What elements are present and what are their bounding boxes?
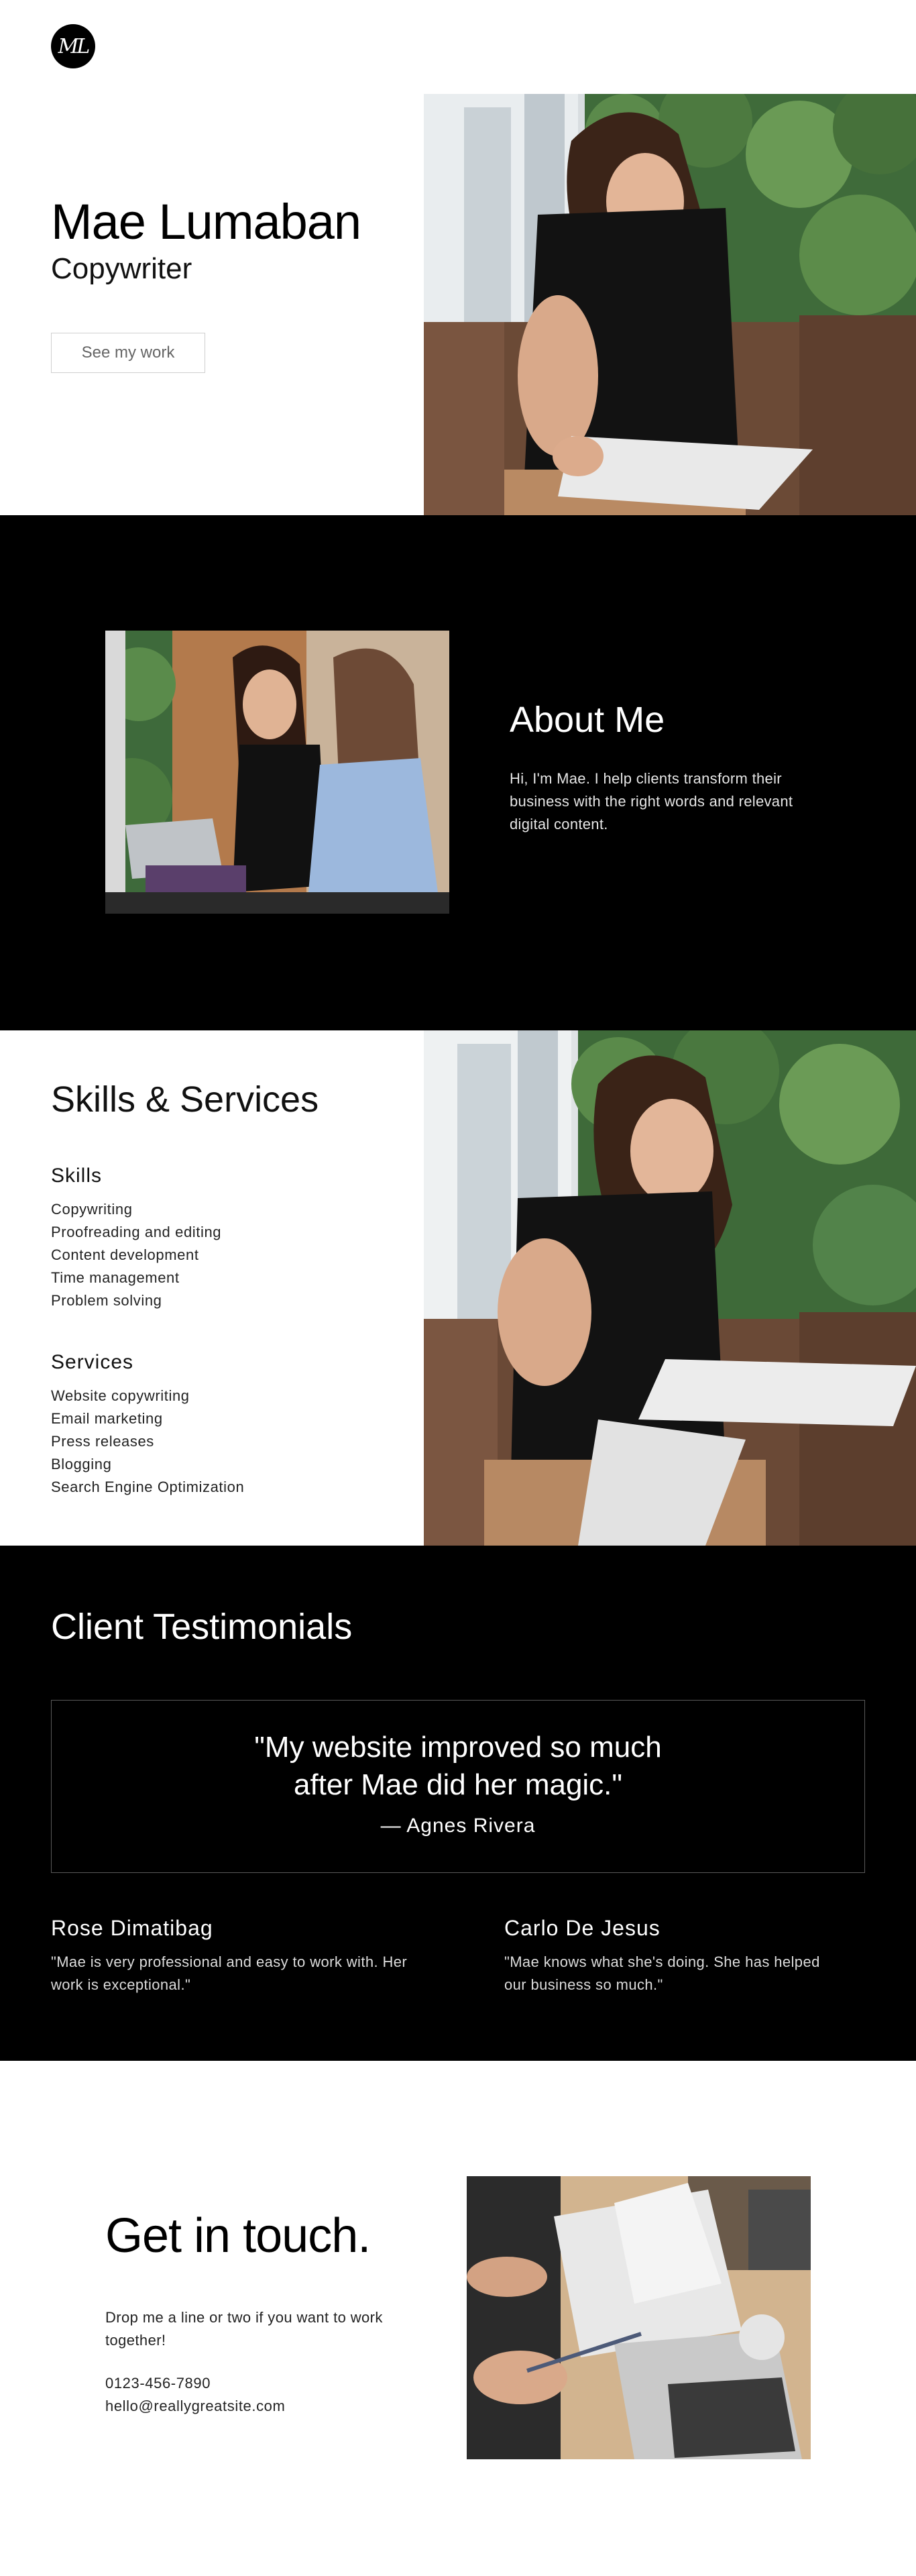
contact-title: Get in touch. (105, 2209, 371, 2263)
contact-section: Get in touch. Drop me a line or two if y… (0, 2061, 916, 2576)
logo-monogram[interactable]: ML (51, 24, 95, 68)
testimonial-name: Rose Dimatibag (51, 1916, 213, 1940)
list-item: Problem solving (51, 1292, 162, 1309)
testimonials-title: Client Testimonials (51, 1607, 353, 1647)
skills-list: Copywriting Proofreading and editing Con… (51, 1198, 221, 1312)
testimonial-text: "Mae knows what she's doing. She has hel… (504, 1953, 820, 1993)
contact-photo (467, 2176, 811, 2459)
services-list: Website copywriting Email marketing Pres… (51, 1385, 244, 1499)
list-item: Website copywriting (51, 1387, 190, 1404)
contact-phone[interactable]: 0123-456-7890 (105, 2372, 211, 2395)
contact-text: Drop me a line or two if you want to wor… (105, 2309, 383, 2349)
featured-quote: "My website improved so much after Mae d… (254, 1731, 662, 1801)
list-item: Search Engine Optimization (51, 1479, 245, 1495)
skills-title: Skills & Services (51, 1079, 319, 1120)
list-item: Content development (51, 1246, 199, 1263)
list-item: Email marketing (51, 1410, 163, 1427)
services-heading: Services (51, 1351, 134, 1373)
featured-testimonial: "My website improved so much after Mae d… (51, 1700, 865, 1873)
list-item: Press releases (51, 1433, 154, 1450)
skills-section: Skills & Services Skills Copywriting Pro… (0, 1030, 916, 1546)
about-section: About Me Hi, I'm Mae. I help clients tra… (0, 515, 916, 1030)
skills-photo (424, 1030, 916, 1546)
testimonial-text: "Mae is very professional and easy to wo… (51, 1953, 408, 1993)
list-item: Copywriting (51, 1201, 133, 1218)
about-text: Hi, I'm Mae. I help clients transform th… (510, 770, 793, 833)
testimonial-name: Carlo De Jesus (504, 1916, 661, 1940)
hero-section: Mae Lumaban Copywriter See my work (0, 94, 916, 515)
hero-name: Mae Lumaban (51, 194, 361, 250)
testimonials-section: Client Testimonials "My website improved… (0, 1546, 916, 2061)
hero-photo (424, 94, 916, 515)
about-photo (105, 631, 449, 914)
about-title: About Me (510, 700, 665, 740)
list-item: Time management (51, 1269, 180, 1286)
site-header: ML (0, 0, 916, 94)
contact-email[interactable]: hello@reallygreatsite.com (105, 2395, 285, 2418)
featured-author: — Agnes Rivera (380, 1815, 536, 1837)
see-my-work-button[interactable]: See my work (51, 333, 205, 373)
skills-heading: Skills (51, 1165, 103, 1187)
list-item: Blogging (51, 1456, 112, 1472)
list-item: Proofreading and editing (51, 1224, 222, 1240)
hero-role: Copywriter (51, 252, 192, 285)
